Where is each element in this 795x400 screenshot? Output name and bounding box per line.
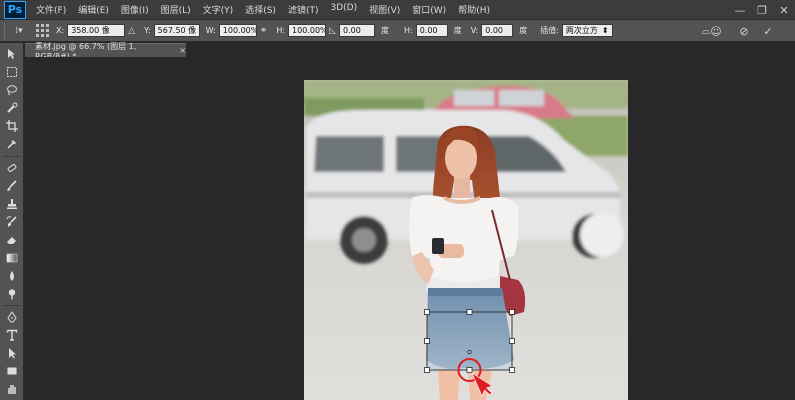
angle-field[interactable]: 0.00 [338, 24, 375, 37]
clone-stamp-tool-icon[interactable] [4, 197, 20, 211]
marquee-tool-icon[interactable] [4, 65, 20, 79]
width-field[interactable]: 100.00% [218, 24, 257, 37]
close-tab-icon[interactable]: × [179, 46, 186, 55]
menu-file[interactable]: 文件(F) [30, 3, 72, 16]
x-field[interactable]: 358.00 像 [67, 24, 126, 37]
menu-3d[interactable]: 3D(D) [324, 3, 363, 16]
minimize-button[interactable]: — [729, 0, 751, 20]
menu-window[interactable]: 窗口(W) [406, 3, 452, 16]
crop-tool-icon[interactable] [4, 119, 20, 133]
hskew-unit: 度 [453, 26, 462, 35]
interpolation-dropdown[interactable]: 两次立方 ⬍ [561, 24, 613, 37]
dodge-tool-icon[interactable] [4, 287, 20, 301]
menu-edit[interactable]: 编辑(E) [72, 3, 115, 16]
menu-filter[interactable]: 滤镜(T) [282, 3, 325, 16]
hand-tool-icon[interactable] [4, 382, 20, 396]
y-field[interactable]: 567.50 像 [153, 24, 200, 37]
menu-bar: Ps 文件(F) 编辑(E) 图像(I) 图层(L) 文字(Y) 选择(S) 滤… [0, 0, 795, 20]
interpolation-value: 两次立方 [565, 26, 598, 35]
menu-layer[interactable]: 图层(L) [155, 3, 197, 16]
vskew-label: V: [470, 26, 479, 35]
commit-transform-icon[interactable]: ✓ [761, 25, 775, 38]
chevron-updown-icon: ⬍ [601, 26, 609, 35]
x-label: X: [56, 26, 65, 35]
hskew-field[interactable]: 0.00 [415, 24, 448, 37]
lasso-tool-icon[interactable] [4, 83, 20, 97]
type-tool-icon[interactable] [4, 328, 20, 342]
w-label: W: [205, 26, 216, 35]
height-field[interactable]: 100.00% [288, 24, 327, 37]
link-icon[interactable]: ⚭ [260, 26, 268, 36]
pen-tool-icon[interactable] [4, 310, 20, 324]
y-label: Y: [144, 26, 151, 35]
photoshop-logo: Ps [4, 0, 26, 19]
path-select-tool-icon[interactable] [4, 346, 20, 360]
vskew-unit: 度 [519, 26, 528, 35]
eyedropper-tool-icon[interactable] [4, 137, 20, 151]
puppet-icon[interactable]: ☺ [709, 25, 723, 38]
hskew-label: H: [403, 26, 413, 35]
angle-unit: 度 [380, 26, 389, 35]
menu-image[interactable]: 图像(I) [115, 3, 155, 16]
delta-icon[interactable]: △ [128, 26, 135, 36]
options-bar: ⁞▾ X: 358.00 像 △ Y: 567.50 像 W: 100.00% … [0, 20, 795, 42]
restore-button[interactable]: ❐ [751, 0, 773, 20]
menu-type[interactable]: 文字(Y) [197, 3, 240, 16]
menu-list: 文件(F) 编辑(E) 图像(I) 图层(L) 文字(Y) 选择(S) 滤镜(T… [30, 3, 496, 16]
reference-point-grid[interactable] [36, 23, 50, 38]
move-tool-icon[interactable] [4, 47, 20, 61]
menu-help[interactable]: 帮助(H) [452, 3, 496, 16]
h-label: H: [276, 26, 286, 35]
gradient-tool-icon[interactable] [4, 251, 20, 265]
menu-select[interactable]: 选择(S) [239, 3, 282, 16]
document-tab[interactable]: 素材.jpg @ 66.7% (图层 1, RGB/8#) * × [25, 42, 186, 61]
photo-image [304, 80, 628, 400]
quick-select-tool-icon[interactable] [4, 101, 20, 115]
transform-tool-icon[interactable]: ⁞▾ [12, 26, 26, 36]
eraser-tool-icon[interactable] [4, 233, 20, 247]
brush-tool-icon[interactable] [4, 179, 20, 193]
rectangle-tool-icon[interactable] [4, 364, 20, 378]
interpolation-label: 插值: [540, 26, 559, 35]
options-grip[interactable] [4, 22, 10, 39]
blur-tool-icon[interactable] [4, 269, 20, 283]
tools-panel [0, 43, 24, 400]
document-canvas[interactable] [304, 80, 628, 400]
healing-brush-tool-icon[interactable] [4, 161, 20, 175]
history-brush-tool-icon[interactable] [4, 215, 20, 229]
angle-icon: ◺ [329, 25, 336, 36]
close-button[interactable]: ✕ [773, 0, 795, 20]
window-controls: — ❐ ✕ [729, 0, 795, 20]
cancel-transform-icon[interactable]: ⊘ [737, 25, 751, 38]
vskew-field[interactable]: 0.00 [481, 24, 514, 37]
menu-view[interactable]: 视图(V) [363, 3, 406, 16]
